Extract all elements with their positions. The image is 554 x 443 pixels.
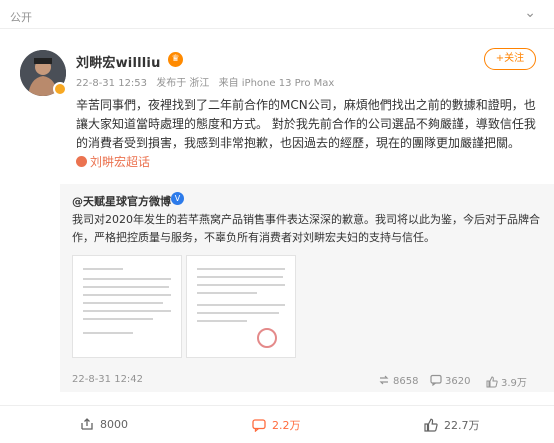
document-image-1[interactable] (72, 255, 182, 358)
topic-icon (76, 156, 87, 167)
repost-author[interactable]: @天赋星球官方微博 (72, 193, 171, 209)
thumbs-up-icon (424, 418, 438, 432)
repost-text: 我司对2020年发生的若芊燕窝产品销售事件表达深深的歉意。我司将以此为鉴，今后对… (72, 213, 540, 244)
visibility-label: 公开 (10, 11, 32, 24)
post-source: 来自 iPhone 13 Pro Max (218, 78, 335, 89)
repost-icon (379, 375, 389, 385)
thumbs-up-icon (486, 376, 498, 388)
post-meta: 22-8-31 12:53 发布于 浙江 来自 iPhone 13 Pro Ma… (76, 74, 340, 89)
like-count: 22.7万 (444, 419, 480, 432)
repost-likes[interactable]: 3.9万 (486, 374, 527, 389)
chevron-down-icon[interactable]: ⌄ (524, 5, 536, 21)
post-location: 发布于 浙江 (156, 78, 210, 89)
comment-icon (430, 374, 442, 387)
share-count: 8000 (100, 418, 128, 431)
repost-likes-count: 3.9万 (501, 378, 527, 389)
repost-comments[interactable]: 3620 (430, 374, 470, 387)
share-icon (81, 418, 93, 430)
orange-v-icon (53, 82, 67, 96)
comment-count: 2.2万 (272, 419, 301, 432)
post-time[interactable]: 22-8-31 12:53 (76, 78, 147, 89)
repost-comments-count: 3620 (445, 376, 471, 387)
follow-button[interactable]: +关注 (484, 48, 536, 70)
topic-label: 刘畊宏超话 (90, 155, 151, 169)
repost-reposts[interactable]: 8658 (378, 374, 418, 387)
action-bar: 8000 2.2万 22.7万 (0, 405, 554, 443)
share-button[interactable]: 8000 (80, 417, 128, 431)
comment-button[interactable]: 2.2万 (252, 417, 301, 433)
weibo-post-card: 公开 ⌄ 刘畊宏willliu ♛ 22-8-31 12:53 发布于 浙江 来… (0, 0, 554, 443)
author-name[interactable]: 刘畊宏willliu (76, 52, 161, 71)
vip-crown-icon: ♛ (168, 52, 183, 67)
comment-icon (252, 419, 266, 433)
topic-link[interactable]: 刘畊宏超话 (76, 153, 150, 170)
repost-card[interactable]: @天赋星球官方微博 V 我司对2020年发生的若芊燕窝产品销售事件表达深深的歉意… (60, 184, 554, 392)
like-button[interactable]: 22.7万 (424, 417, 480, 433)
blue-verified-icon: V (171, 192, 184, 205)
post-text: 辛苦同事們，夜裡找到了二年前合作的MCN公司，麻煩他們找出之前的數據和證明，也讓… (76, 98, 536, 150)
repost-reposts-count: 8658 (393, 376, 419, 387)
repost-time[interactable]: 22-8-31 12:42 (72, 374, 143, 385)
post-topbar: 公开 ⌄ (0, 0, 554, 29)
